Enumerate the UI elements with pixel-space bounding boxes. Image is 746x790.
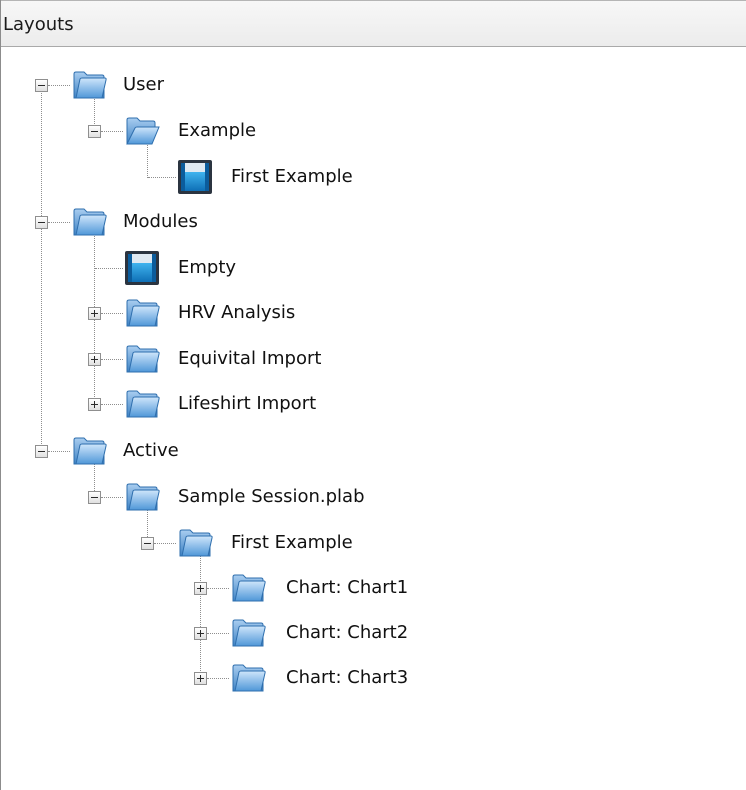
minus-icon[interactable] xyxy=(35,445,48,458)
tree-connector xyxy=(148,177,176,178)
folder-icon xyxy=(71,67,107,103)
plus-icon[interactable] xyxy=(194,582,207,595)
folder-icon xyxy=(230,615,266,651)
minus-icon[interactable] xyxy=(35,79,48,92)
tree-connector xyxy=(101,404,123,405)
minus-icon[interactable] xyxy=(35,216,48,229)
tree-connector xyxy=(48,451,70,452)
tree-connector xyxy=(101,131,123,132)
tree-connector xyxy=(101,497,123,498)
panel-header: Layouts xyxy=(1,0,746,47)
tree-connector xyxy=(207,588,229,589)
minus-icon[interactable] xyxy=(88,125,101,138)
folder-icon xyxy=(124,386,160,422)
panel-title: Layouts xyxy=(3,14,74,35)
folder-icon xyxy=(71,204,107,240)
folder-icon xyxy=(71,433,107,469)
tree-connector xyxy=(101,359,123,360)
tree-node-label: HRV Analysis xyxy=(178,302,296,323)
tree-node-label: Chart: Chart3 xyxy=(286,667,409,688)
tree-node-label: Example xyxy=(178,120,257,141)
tree-node-label: Empty xyxy=(178,257,237,278)
tree-connector xyxy=(48,85,70,86)
tree-node-label: Sample Session.plab xyxy=(178,486,365,507)
layout-icon xyxy=(124,250,160,286)
tree-node-label: Chart: Chart2 xyxy=(286,622,409,643)
plus-icon[interactable] xyxy=(194,672,207,685)
tree-connector xyxy=(95,268,123,269)
layouts-tree[interactable]: User Example First Example Modules Empty… xyxy=(1,47,746,790)
tree-connector xyxy=(41,87,42,454)
folder-icon xyxy=(124,341,160,377)
tree-connector xyxy=(101,313,123,314)
plus-icon[interactable] xyxy=(88,353,101,366)
tree-node-label: First Example xyxy=(231,532,353,553)
tree-node-label: Chart: Chart1 xyxy=(286,577,409,598)
tree-node-label: Lifeshirt Import xyxy=(178,393,317,414)
folder-icon xyxy=(230,660,266,696)
plus-icon[interactable] xyxy=(194,627,207,640)
tree-node-label: Equivital Import xyxy=(178,348,322,369)
tree-connector xyxy=(200,547,201,677)
plus-icon[interactable] xyxy=(88,398,101,411)
folder-open-icon xyxy=(124,113,160,149)
plus-icon[interactable] xyxy=(88,307,101,320)
tree-node-label: Modules xyxy=(123,211,198,232)
tree-connector xyxy=(207,678,229,679)
folder-icon xyxy=(124,295,160,331)
tree-connector xyxy=(48,222,70,223)
tree-connector xyxy=(207,633,229,634)
folder-icon xyxy=(177,525,213,561)
layout-icon xyxy=(177,159,213,195)
minus-icon[interactable] xyxy=(141,537,154,550)
tree-node-label: User xyxy=(123,74,165,95)
layouts-panel: Layouts User Example First Example Modul… xyxy=(0,0,746,790)
folder-icon xyxy=(230,570,266,606)
tree-node-label: Active xyxy=(123,440,179,461)
folder-icon xyxy=(124,479,160,515)
minus-icon[interactable] xyxy=(88,491,101,504)
tree-connector xyxy=(154,543,176,544)
tree-node-label: First Example xyxy=(231,166,353,187)
